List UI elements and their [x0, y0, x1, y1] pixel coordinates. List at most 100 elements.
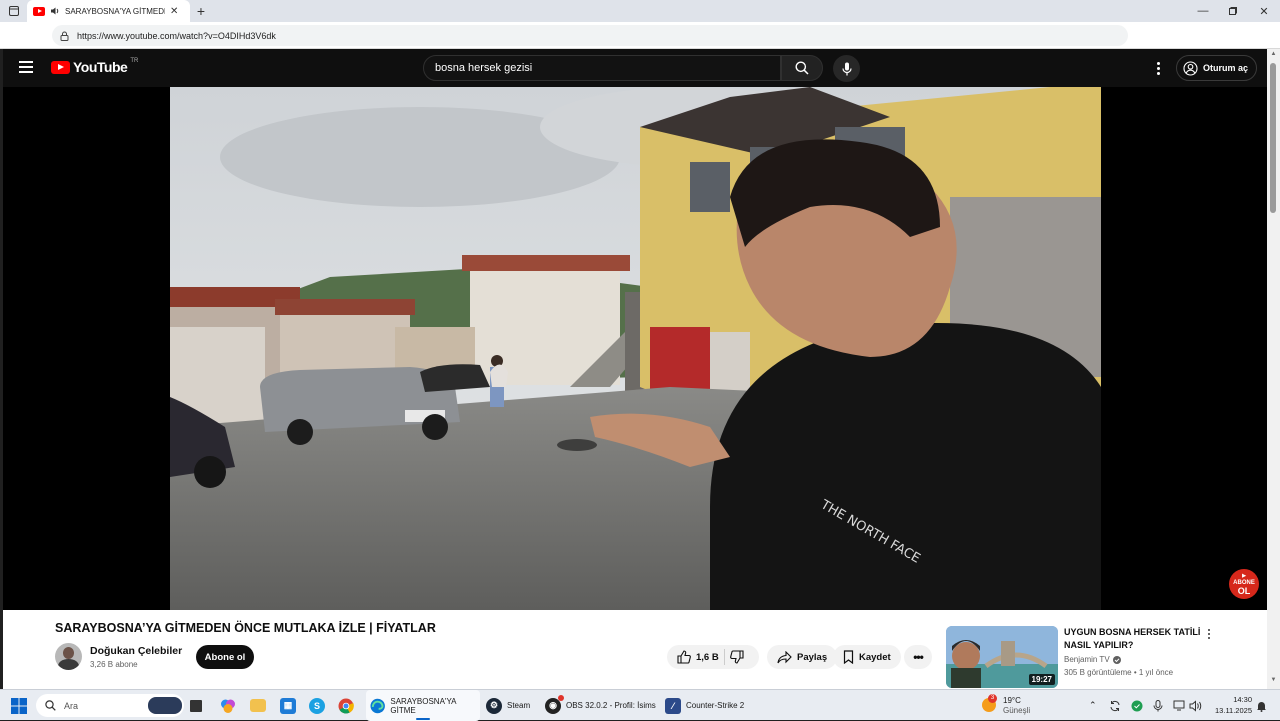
taskbar-search-placeholder: Ara	[64, 700, 79, 711]
taskbar-cs2-label: Counter-Strike 2	[686, 701, 745, 710]
taskbar-obs-label: OBS 32.0.2 - Profil: İsims	[566, 701, 656, 710]
share-arrow-icon	[777, 650, 792, 663]
like-divider	[723, 649, 725, 665]
tray-chevron-icon[interactable]: ⌃	[1089, 690, 1101, 721]
windows-taskbar: Ara ▦ S SARAYBOSNA'YA GİTME ⚙ Steam ◉ OB…	[0, 689, 1280, 721]
site-info-icon[interactable]	[60, 31, 69, 41]
youtube-logo[interactable]: YouTube TR	[51, 58, 139, 75]
weather-sun-icon: 3	[982, 693, 998, 714]
video-title: SARAYBOSNA’YA GİTMEDEN ÖNCE MUTLAKA İZLE…	[55, 621, 436, 635]
taskbar-obs[interactable]: ◉ OBS 32.0.2 - Profil: İsims	[545, 690, 657, 721]
share-label: Paylaş	[797, 651, 828, 663]
more-actions-button[interactable]: •••	[904, 645, 932, 669]
address-bar-row: https://www.youtube.com/watch?v=O4DIHd3V…	[0, 22, 1280, 65]
video-frame[interactable]: THE NORTH FACE	[170, 87, 1101, 610]
url-text: https://www.youtube.com/watch?v=O4DIHd3V…	[77, 30, 276, 41]
microphone-icon	[841, 62, 852, 75]
copilot-taskbar-icon[interactable]	[220, 690, 240, 721]
taskbar-steam[interactable]: ⚙ Steam	[486, 690, 540, 721]
security-shield-icon[interactable]	[1131, 690, 1145, 721]
youtube-page: YouTube TR bosna hersek gezisi Oturum aç	[3, 49, 1267, 689]
subscribe-button[interactable]: Abone ol	[196, 645, 254, 669]
scroll-up-icon[interactable]: ▲	[1269, 51, 1278, 57]
start-button[interactable]	[11, 690, 31, 721]
microphone-tray-icon[interactable]	[1153, 690, 1167, 721]
sign-in-label: Oturum aç	[1203, 63, 1249, 73]
clock[interactable]: 14:30 13.11.2025	[1210, 694, 1252, 716]
search-highlight-icon	[148, 697, 182, 714]
maximize-icon[interactable]	[1226, 0, 1240, 22]
browser-tab-active[interactable]: SARAYBOSNA'YA GİTMEDEN ✕	[27, 0, 190, 22]
bell-play-icon: ▶	[1242, 572, 1246, 579]
like-count[interactable]: 1,6 B	[696, 652, 719, 663]
recommended-title[interactable]: UYGUN BOSNA HERSEK TATİLİ NASIL YAPILIR?	[1064, 626, 1204, 652]
channel-avatar[interactable]	[55, 643, 82, 670]
recommended-more-icon[interactable]	[1204, 626, 1214, 642]
save-button[interactable]: Kaydet	[833, 645, 901, 669]
obs-icon: ◉	[545, 694, 564, 714]
recommended-channel-row: Benjamin TV	[1064, 655, 1121, 664]
youtube-logo-text: YouTube	[73, 59, 128, 75]
youtube-play-logo-icon	[51, 60, 70, 74]
file-explorer-icon[interactable]	[250, 690, 270, 721]
taskbar-search-box[interactable]: Ara	[36, 694, 184, 717]
audio-playing-icon[interactable]	[50, 6, 60, 16]
dislike-thumb-icon[interactable]	[729, 650, 744, 664]
recommended-video-card[interactable]: 19:27 UYGUN BOSNA HERSEK TATİLİ NASIL YA…	[946, 626, 1266, 688]
save-label: Kaydet	[859, 651, 891, 663]
skype-icon[interactable]: S	[309, 690, 329, 721]
recommended-meta: 305 B görüntüleme • 1 yıl önce	[1064, 668, 1174, 677]
recommended-channel-name[interactable]: Benjamin TV	[1064, 655, 1110, 664]
microsoft-store-icon[interactable]: ▦	[280, 690, 300, 721]
taskbar-edge-window[interactable]: SARAYBOSNA'YA GİTME	[366, 690, 480, 721]
windows-logo-icon	[11, 697, 27, 714]
chrome-icon[interactable]	[338, 690, 358, 721]
volume-icon[interactable]	[1189, 690, 1203, 721]
video-duration: 19:27	[1028, 674, 1055, 685]
weather-temp: 19°C	[1003, 695, 1021, 705]
task-view-icon[interactable]	[190, 690, 210, 721]
new-tab-icon[interactable]: +	[194, 0, 208, 22]
sync-icon[interactable]	[1109, 690, 1123, 721]
channel-name[interactable]: Doğukan Çelebiler	[90, 645, 182, 657]
video-player[interactable]: THE NORTH FACE ▶ ABONE OL	[3, 87, 1267, 610]
taskbar-steam-label: Steam	[507, 701, 531, 710]
taskbar-edge-label: SARAYBOSNA'YA GİTME	[390, 696, 457, 715]
browser-tab-bar: SARAYBOSNA'YA GİTMEDEN ✕ + — ✕	[0, 0, 1280, 22]
network-icon[interactable]	[1173, 690, 1187, 721]
scroll-down-icon[interactable]: ▼	[1269, 677, 1278, 683]
counter-strike-icon: ⁄	[665, 697, 681, 714]
badge-line-2: OL	[1237, 585, 1251, 596]
search-button[interactable]	[781, 55, 823, 81]
page-scrollbar[interactable]: ▲ ▼	[1267, 49, 1280, 689]
search-query-text: bosna hersek gezisi	[435, 62, 533, 74]
subscribe-watermark-badge[interactable]: ▶ ABONE OL	[1229, 569, 1259, 599]
account-circle-icon	[1183, 60, 1198, 76]
steam-icon: ⚙	[486, 697, 502, 714]
window-close-icon[interactable]: ✕	[1257, 0, 1271, 22]
weather-badge: 3	[988, 693, 997, 703]
guide-menu-icon[interactable]	[19, 61, 33, 73]
sign-in-button[interactable]: Oturum aç	[1176, 55, 1257, 81]
search-icon	[795, 61, 809, 75]
youtube-region-code: TR	[130, 58, 139, 64]
tab-title: SARAYBOSNA'YA GİTMEDEN	[65, 6, 165, 16]
notification-bell-icon[interactable]	[1256, 690, 1270, 721]
search-input[interactable]: bosna hersek gezisi	[423, 55, 781, 81]
bookmark-icon	[843, 650, 854, 664]
tab-actions-icon[interactable]	[6, 0, 22, 22]
taskbar-counter-strike[interactable]: ⁄ Counter-Strike 2	[665, 690, 757, 721]
like-thumb-icon[interactable]	[677, 650, 691, 664]
url-field[interactable]: https://www.youtube.com/watch?v=O4DIHd3V…	[52, 25, 1128, 46]
weather-widget[interactable]: 3 19°C Güneşli	[982, 690, 1042, 721]
voice-search-button[interactable]	[833, 55, 860, 82]
tab-close-icon[interactable]: ✕	[170, 6, 178, 17]
youtube-favicon-icon	[33, 6, 45, 16]
share-button[interactable]: Paylaş	[767, 645, 838, 669]
verified-check-icon	[1112, 655, 1121, 664]
recommended-thumbnail[interactable]: 19:27	[946, 626, 1058, 688]
scroll-thumb[interactable]	[1270, 63, 1276, 213]
search-icon	[45, 700, 56, 711]
settings-more-icon[interactable]	[1151, 59, 1165, 77]
minimize-icon[interactable]: —	[1196, 0, 1210, 22]
